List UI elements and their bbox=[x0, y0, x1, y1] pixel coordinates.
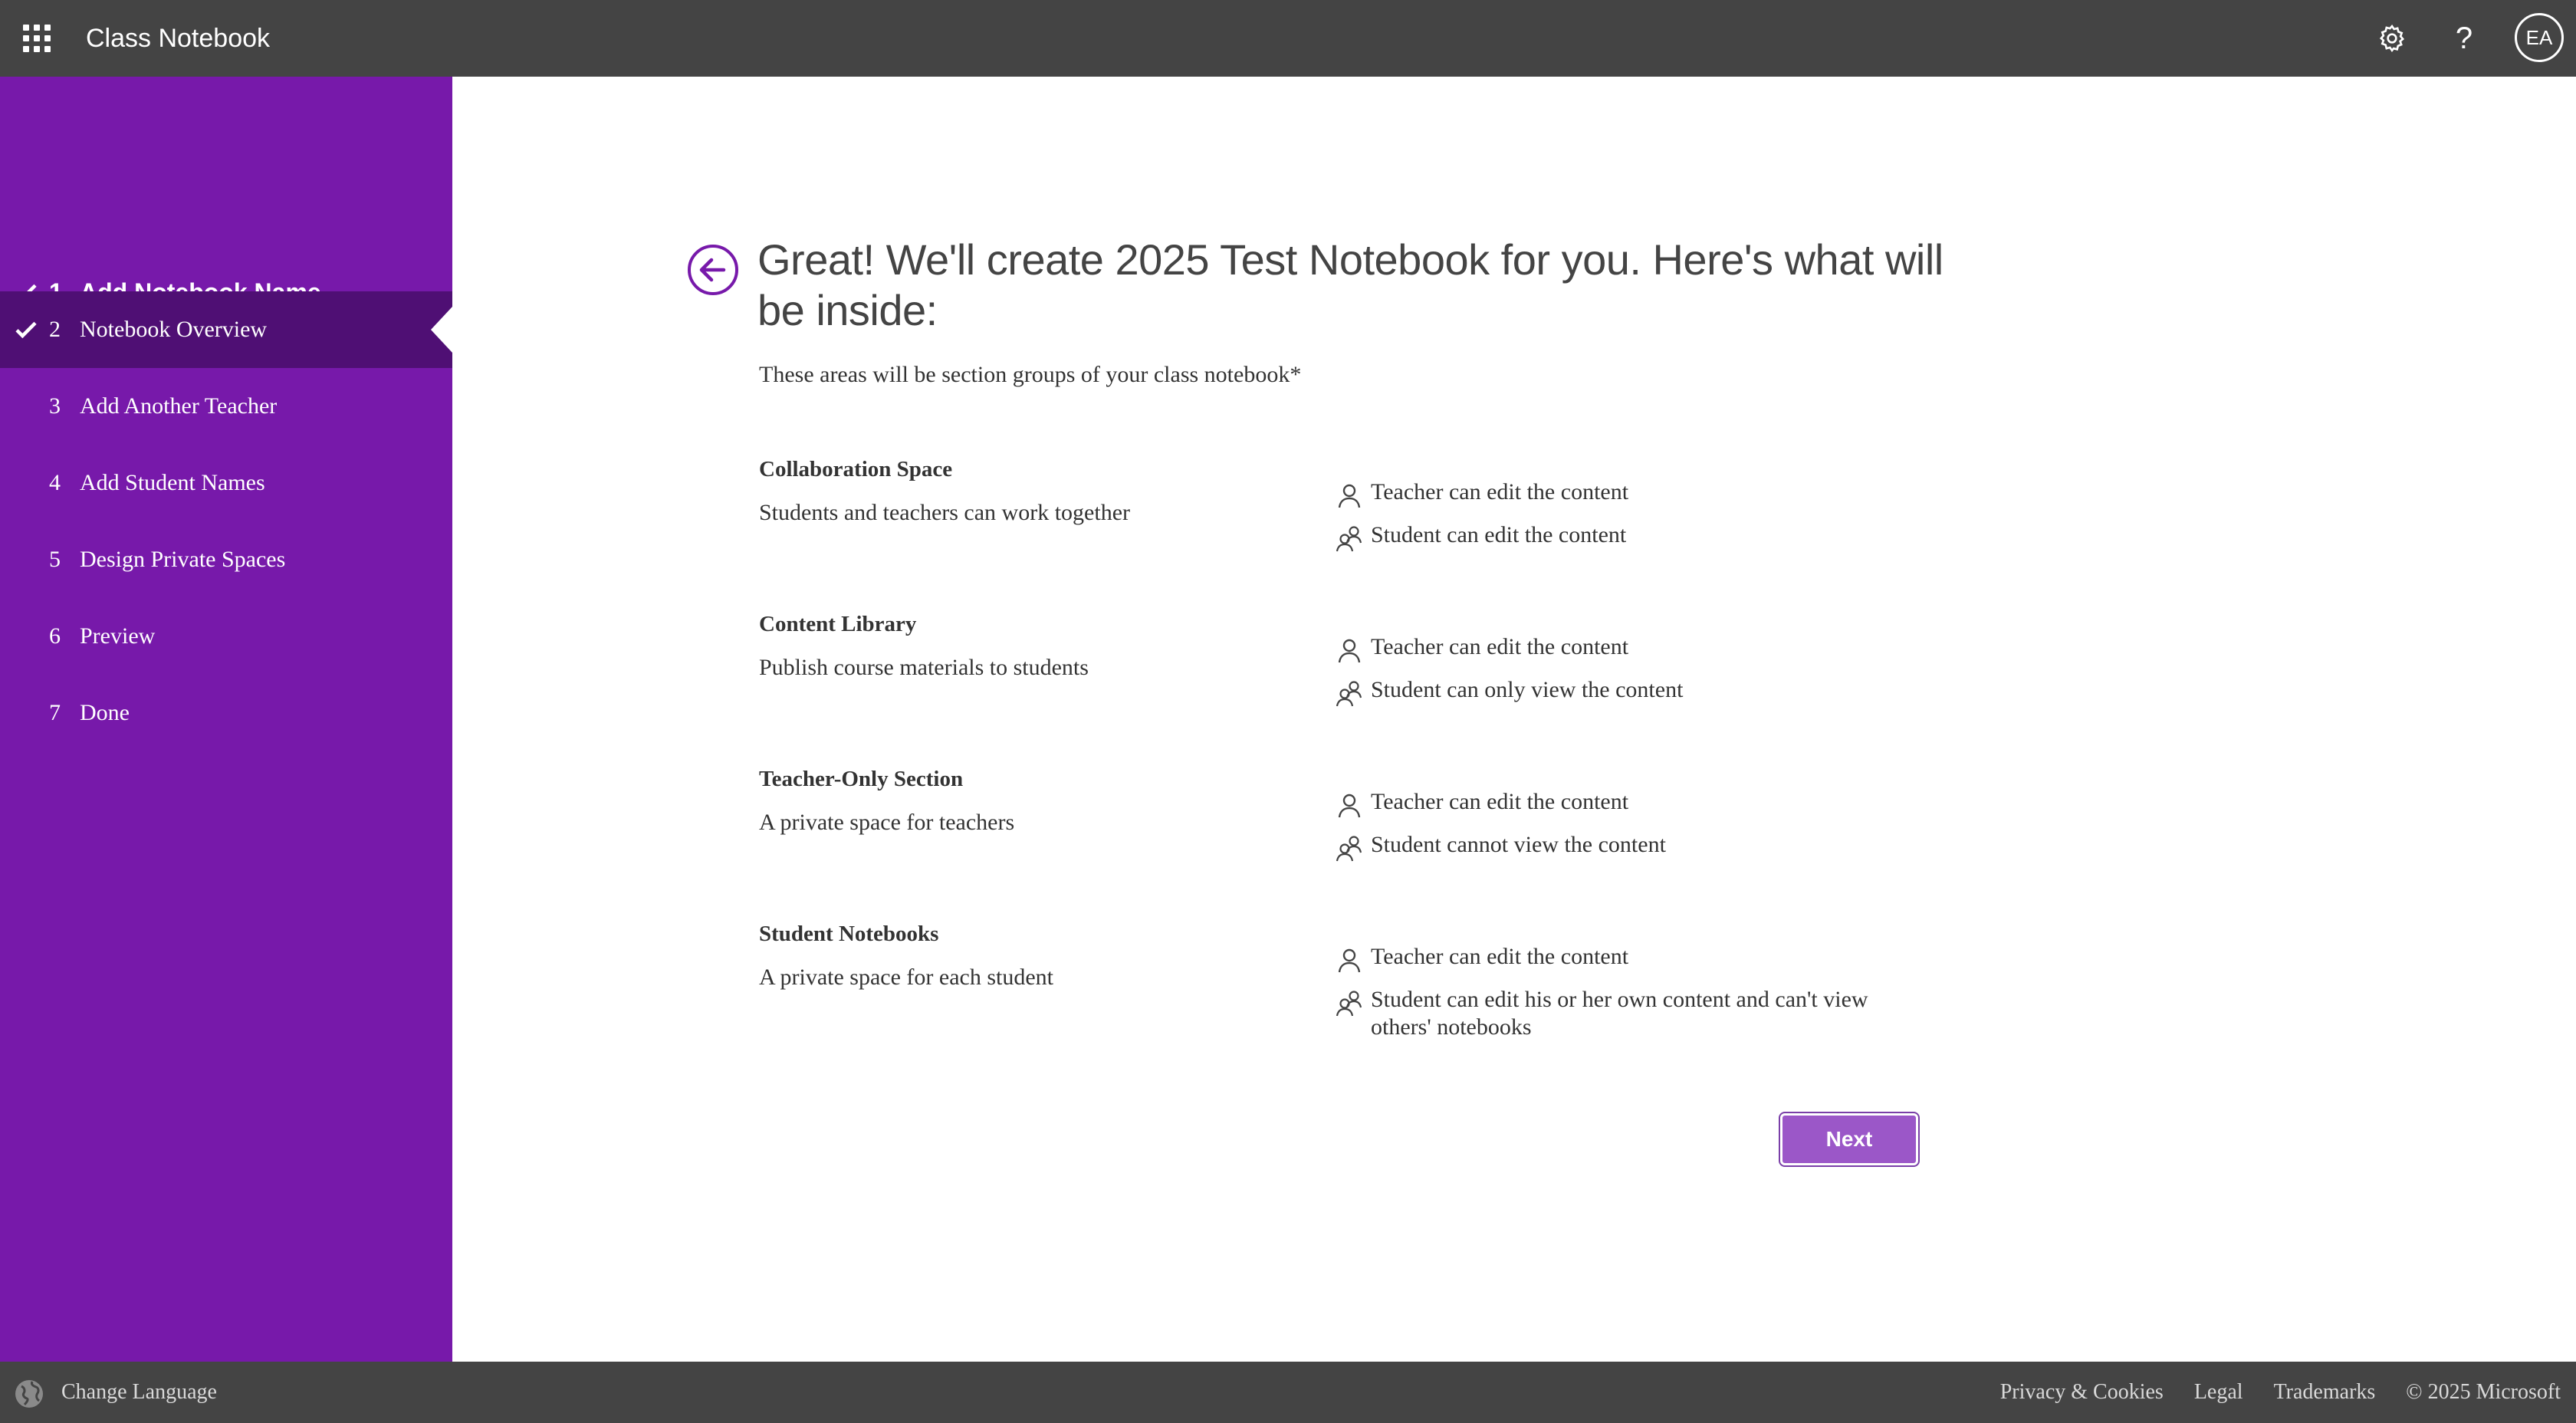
section-group-description: Students and teachers can work together bbox=[759, 500, 1130, 525]
step-number: 2 bbox=[49, 317, 61, 342]
section-group-collaboration-space: Collaboration Space Students and teacher… bbox=[759, 457, 1955, 595]
people-icon bbox=[1336, 991, 1362, 1017]
student-permission: Student can only view the content bbox=[1336, 676, 1918, 707]
step-label: Add Another Teacher bbox=[80, 393, 278, 419]
checkmark-icon bbox=[15, 321, 37, 339]
student-permission-text: Student can only view the content bbox=[1371, 677, 1684, 702]
section-group-title: Collaboration Space bbox=[759, 457, 953, 481]
step-number: 6 bbox=[49, 623, 61, 649]
top-bar: Class Notebook ? EA bbox=[0, 0, 2576, 77]
section-group-title: Teacher-Only Section bbox=[759, 767, 964, 791]
section-group-teacher-only: Teacher-Only Section A private space for… bbox=[759, 767, 1955, 905]
sidebar-step-done[interactable]: 7 Done bbox=[0, 675, 452, 751]
step-number: 4 bbox=[49, 470, 61, 495]
legal-link[interactable]: Legal bbox=[2194, 1379, 2243, 1406]
section-group-description: Publish course materials to students bbox=[759, 655, 1089, 680]
section-group-description: A private space for each student bbox=[759, 965, 1054, 990]
change-language-link[interactable]: Change Language bbox=[61, 1379, 217, 1406]
page-subtitle: These areas will be section groups of yo… bbox=[759, 362, 1302, 387]
people-icon bbox=[1336, 836, 1362, 862]
privacy-cookies-link[interactable]: Privacy & Cookies bbox=[2000, 1379, 2164, 1406]
student-permission: Student cannot view the content bbox=[1336, 831, 1918, 862]
sidebar-step-add-student-names[interactable]: 4 Add Student Names bbox=[0, 445, 452, 521]
teacher-permission: Teacher can edit the content bbox=[1336, 633, 1918, 664]
footer-links: Privacy & Cookies Legal Trademarks © 202… bbox=[2000, 1379, 2561, 1406]
sidebar-step-notebook-overview[interactable]: 2 Notebook Overview bbox=[0, 291, 452, 368]
person-icon bbox=[1338, 484, 1361, 508]
person-icon bbox=[1338, 948, 1361, 973]
globe-icon[interactable] bbox=[14, 1379, 44, 1409]
trademarks-link[interactable]: Trademarks bbox=[2274, 1379, 2376, 1406]
student-permission: Student can edit the content bbox=[1336, 521, 1918, 552]
teacher-permission: Teacher can edit the content bbox=[1336, 478, 1918, 509]
sidebar-step-preview[interactable]: 6 Preview bbox=[0, 598, 452, 675]
step-number: 3 bbox=[49, 393, 61, 419]
sidebar-step-design-private-spaces[interactable]: 5 Design Private Spaces bbox=[0, 521, 452, 598]
step-label: Notebook Overview bbox=[80, 317, 268, 342]
section-group-title: Student Notebooks bbox=[759, 922, 939, 946]
teacher-permission-text: Teacher can edit the content bbox=[1371, 944, 1629, 969]
gear-icon[interactable] bbox=[2371, 17, 2413, 60]
teacher-permission-text: Teacher can edit the content bbox=[1371, 789, 1629, 814]
avatar[interactable]: EA bbox=[2515, 13, 2564, 62]
footer: Change Language Privacy & Cookies Legal … bbox=[0, 1362, 2576, 1423]
people-icon bbox=[1336, 681, 1362, 707]
copyright-text: © 2025 Microsoft bbox=[2406, 1380, 2561, 1404]
wizard-sidebar: 1 Add Notebook Name 2 Notebook Overview … bbox=[0, 77, 452, 1362]
help-icon[interactable]: ? bbox=[2443, 17, 2486, 60]
teacher-permission: Teacher can edit the content bbox=[1336, 788, 1918, 819]
app-title[interactable]: Class Notebook bbox=[86, 20, 270, 57]
people-icon bbox=[1336, 526, 1362, 552]
step-label: Done bbox=[80, 700, 130, 725]
section-group-student-notebooks: Student Notebooks A private space for ea… bbox=[759, 922, 1955, 1060]
teacher-permission-text: Teacher can edit the content bbox=[1371, 479, 1629, 504]
step-number: 7 bbox=[49, 700, 61, 725]
app-launcher-icon[interactable] bbox=[23, 25, 51, 52]
back-arrow-icon[interactable] bbox=[687, 244, 739, 296]
step-label: Preview bbox=[80, 623, 156, 649]
teacher-permission: Teacher can edit the content bbox=[1336, 943, 1918, 974]
section-group-description: A private space for teachers bbox=[759, 810, 1015, 835]
step-label: Add Student Names bbox=[80, 470, 265, 495]
section-group-content-library: Content Library Publish course materials… bbox=[759, 612, 1955, 750]
step-label: Design Private Spaces bbox=[80, 547, 286, 572]
person-icon bbox=[1338, 794, 1361, 818]
section-group-title: Content Library bbox=[759, 612, 917, 636]
student-permission-text: Student cannot view the content bbox=[1371, 832, 1666, 857]
teacher-permission-text: Teacher can edit the content bbox=[1371, 634, 1629, 659]
student-permission: Student can edit his or her own content … bbox=[1336, 986, 1918, 1041]
student-permission-text: Student can edit his or her own content … bbox=[1371, 987, 1868, 1040]
page-headline: Great! We'll create 2025 Test Notebook f… bbox=[757, 235, 1944, 334]
student-permission-text: Student can edit the content bbox=[1371, 522, 1627, 547]
step-number: 5 bbox=[49, 547, 61, 572]
sidebar-step-add-another-teacher[interactable]: 3 Add Another Teacher bbox=[0, 368, 452, 445]
next-button[interactable]: Next bbox=[1779, 1112, 1920, 1167]
person-icon bbox=[1338, 639, 1361, 663]
